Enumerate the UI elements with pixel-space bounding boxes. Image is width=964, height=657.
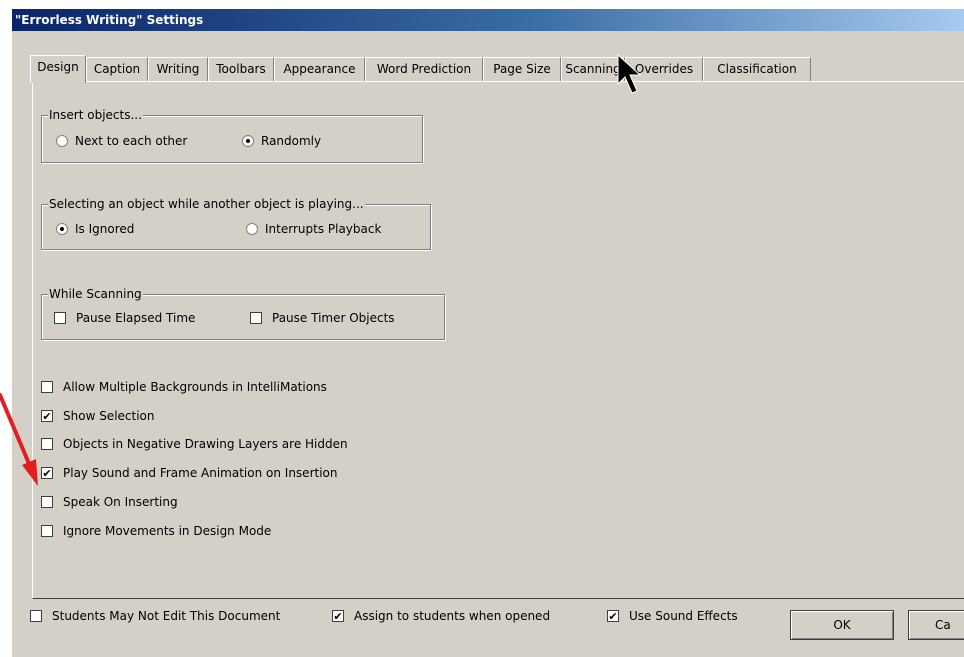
checkbox-label: Show Selection [63,409,155,423]
checkbox-label: Allow Multiple Backgrounds in IntelliMat… [63,380,327,394]
check-play-sound-animation[interactable]: ✔ Play Sound and Frame Animation on Inse… [41,466,338,480]
checkbox-label: Assign to students when opened [354,609,551,623]
radio-interrupts-playback[interactable]: Interrupts Playback [246,222,381,236]
checkbox-icon [41,381,53,393]
design-tab-panel: Insert objects... Next to each other Ran… [32,81,964,599]
ok-button[interactable]: OK [790,610,894,640]
checkmark-icon: ✔ [607,609,619,623]
check-ignore-movements[interactable]: Ignore Movements in Design Mode [41,524,271,538]
checkbox-label: Students May Not Edit This Document [52,609,281,623]
checkbox-icon [41,496,53,508]
tab-caption[interactable]: Caption [86,57,148,81]
radio-selected-icon [56,223,68,235]
tab-toolbars[interactable]: Toolbars [208,57,274,81]
selecting-group: Selecting an object while another object… [41,196,431,250]
radio-is-ignored[interactable]: Is Ignored [56,222,134,236]
checkbox-label: Pause Elapsed Time [76,311,196,325]
insert-objects-label: Insert objects... [48,107,143,123]
check-pause-elapsed-time[interactable]: Pause Elapsed Time [54,311,195,325]
tab-classification[interactable]: Classification [703,57,811,81]
radio-icon [246,223,258,235]
while-scanning-label: While Scanning [48,286,143,302]
checkbox-label: Play Sound and Frame Animation on Insert… [63,466,338,480]
radio-label: Randomly [261,134,322,148]
selecting-label: Selecting an object while another object… [48,196,365,212]
cancel-button[interactable]: Ca [908,610,964,640]
dialog-title: "Errorless Writing" Settings [12,9,964,31]
checkbox-label: Use Sound Effects [629,609,738,623]
checkbox-icon [41,525,53,537]
tab-design[interactable]: Design [30,55,86,83]
tab-overrides[interactable]: Overrides [625,57,703,81]
checkbox-icon [250,312,262,324]
checkmark-icon: ✔ [41,466,53,480]
radio-label: Interrupts Playback [265,222,382,236]
check-show-selection[interactable]: ✔ Show Selection [41,409,155,423]
tab-writing[interactable]: Writing [148,57,208,81]
checkbox-icon [30,610,42,622]
checkmark-icon: ✔ [41,409,53,423]
radio-next-to-each-other[interactable]: Next to each other [56,134,187,148]
settings-dialog: "Errorless Writing" Settings Design Capt… [12,9,964,657]
radio-label: Is Ignored [75,222,135,236]
check-allow-multiple-backgrounds[interactable]: Allow Multiple Backgrounds in IntelliMat… [41,380,327,394]
checkbox-label: Speak On Inserting [63,495,178,509]
radio-randomly[interactable]: Randomly [242,134,321,148]
radio-selected-icon [242,135,254,147]
radio-label: Next to each other [75,134,188,148]
check-speak-on-inserting[interactable]: Speak On Inserting [41,495,178,509]
check-students-may-not-edit[interactable]: Students May Not Edit This Document [30,609,280,623]
tab-scanning[interactable]: Scanning [561,57,625,81]
check-pause-timer-objects[interactable]: Pause Timer Objects [250,311,395,325]
check-assign-to-students[interactable]: ✔ Assign to students when opened [332,609,550,623]
checkbox-label: Ignore Movements in Design Mode [63,524,272,538]
checkbox-icon [41,438,53,450]
while-scanning-group: While Scanning Pause Elapsed Time Pause … [41,286,445,340]
insert-objects-group: Insert objects... Next to each other Ran… [41,107,423,163]
check-use-sound-effects[interactable]: ✔ Use Sound Effects [607,609,738,623]
checkbox-label: Pause Timer Objects [272,311,395,325]
tab-appearance[interactable]: Appearance [274,57,365,81]
check-negative-layers-hidden[interactable]: Objects in Negative Drawing Layers are H… [41,437,348,451]
tab-word-prediction[interactable]: Word Prediction [365,57,483,81]
checkbox-label: Objects in Negative Drawing Layers are H… [63,437,348,451]
checkbox-icon [54,312,66,324]
tab-page-size[interactable]: Page Size [483,57,561,81]
radio-icon [56,135,68,147]
checkmark-icon: ✔ [332,609,344,623]
